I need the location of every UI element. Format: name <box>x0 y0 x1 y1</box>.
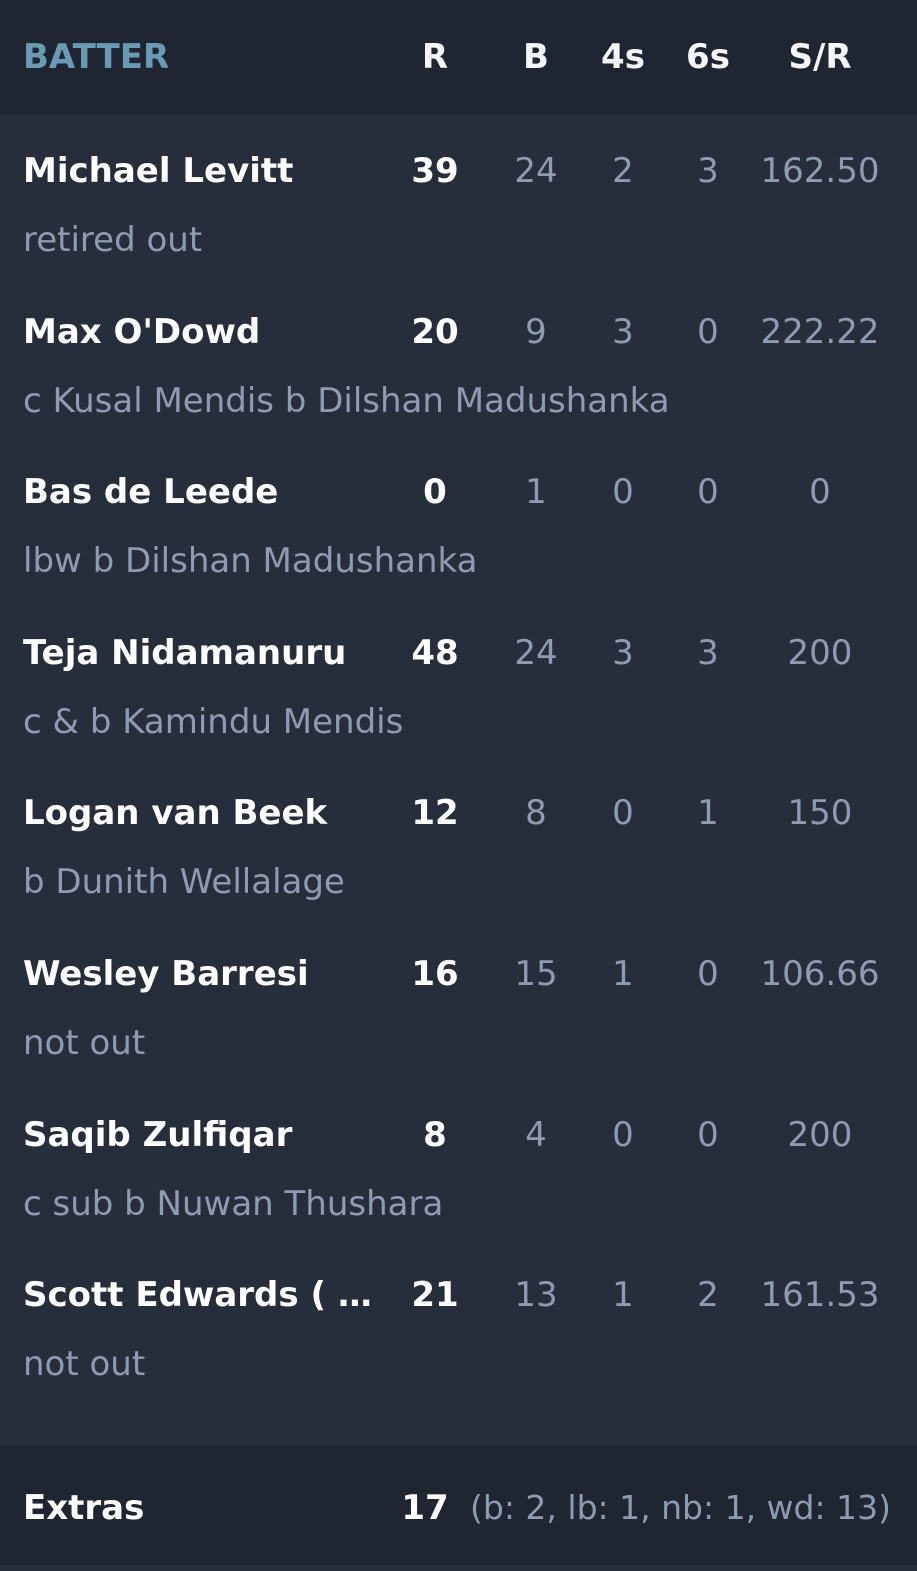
batter-name[interactable]: Max O'Dowd <box>23 310 375 354</box>
batter-name[interactable]: Bas de Leede <box>23 470 375 514</box>
balls-value: 4 <box>525 1114 547 1155</box>
batter-row[interactable]: Teja Nidamanuru c & b Kamindu Mendis 48 … <box>0 597 917 758</box>
batter-row[interactable]: Michael Levitt retired out 39 24 2 3 162… <box>0 115 917 276</box>
dismissal-text: c & b Kamindu Mendis <box>23 701 404 742</box>
strike-rate-column-header: S/R <box>788 37 852 77</box>
dismissal-text: c Kusal Mendis b Dilshan Madushanka <box>23 380 670 421</box>
batter-name[interactable]: Teja Nidamanuru <box>23 631 375 675</box>
fours-value: 0 <box>612 793 634 834</box>
fours-value: 3 <box>612 632 634 673</box>
batter-name[interactable]: Michael Levitt <box>23 149 375 193</box>
balls-value: 24 <box>514 151 558 191</box>
runs-value: 8 <box>423 1114 447 1155</box>
batter-name[interactable]: Scott Edwards ( c... <box>23 1273 375 1317</box>
runs-value: 20 <box>411 311 459 352</box>
sixes-value: 0 <box>697 311 719 352</box>
runs-value: 39 <box>411 151 459 191</box>
batter-row[interactable]: Logan van Beek b Dunith Wellalage 12 8 0… <box>0 757 917 918</box>
strike-rate-value: 200 <box>787 632 853 673</box>
balls-value: 9 <box>525 311 547 352</box>
batter-row[interactable]: Max O'Dowd c Kusal Mendis b Dilshan Madu… <box>0 276 917 437</box>
runs-column-header: R <box>421 37 449 77</box>
runs-value: 12 <box>411 793 459 834</box>
balls-column-header: B <box>523 37 549 77</box>
extras-row: Extras 17 (b: 2, lb: 1, nb: 1, wd: 13) <box>0 1445 917 1565</box>
sixes-column-header: 6s <box>686 37 730 77</box>
extras-breakdown: (b: 2, lb: 1, nb: 1, wd: 13) <box>470 1488 891 1527</box>
batter-row[interactable]: Saqib Zulfiqar c sub b Nuwan Thushara 8 … <box>0 1079 917 1240</box>
scorecard-header: BATTER R B 4s 6s S/R <box>0 0 917 115</box>
dismissal-text: c sub b Nuwan Thushara <box>23 1183 444 1224</box>
sixes-value: 0 <box>697 1114 719 1155</box>
extras-total: 17 <box>401 1488 449 1528</box>
dismissal-text: not out <box>23 1022 146 1063</box>
fours-value: 0 <box>612 472 634 513</box>
runs-value: 16 <box>411 953 459 994</box>
runs-value: 0 <box>423 472 447 513</box>
strike-rate-value: 161.53 <box>760 1275 880 1316</box>
balls-value: 13 <box>514 1275 558 1316</box>
strike-rate-value: 0 <box>809 472 831 513</box>
sixes-value: 0 <box>697 953 719 994</box>
sixes-value: 1 <box>697 793 719 834</box>
strike-rate-value: 150 <box>787 793 853 834</box>
fours-value: 3 <box>612 311 634 352</box>
batter-column-header: BATTER <box>23 37 170 77</box>
dismissal-text: retired out <box>23 220 203 260</box>
extras-label: Extras <box>23 1488 145 1528</box>
fours-value: 1 <box>612 953 634 994</box>
sixes-value: 0 <box>697 472 719 513</box>
batter-row[interactable]: Bas de Leede lbw b Dilshan Madushanka 0 … <box>0 436 917 597</box>
strike-rate-value: 222.22 <box>760 311 880 352</box>
fours-value: 2 <box>612 151 634 191</box>
runs-value: 21 <box>411 1275 459 1316</box>
fours-column-header: 4s <box>601 37 645 77</box>
batter-name[interactable]: Logan van Beek <box>23 791 375 835</box>
sixes-value: 3 <box>697 151 719 191</box>
dismissal-text: not out <box>23 1344 146 1385</box>
sixes-value: 2 <box>697 1275 719 1316</box>
batter-name[interactable]: Saqib Zulfiqar <box>23 1113 375 1157</box>
balls-value: 8 <box>525 793 547 834</box>
fours-value: 1 <box>612 1275 634 1316</box>
strike-rate-value: 200 <box>787 1114 853 1155</box>
batter-list: Michael Levitt retired out 39 24 2 3 162… <box>0 115 917 1400</box>
dismissal-text: lbw b Dilshan Madushanka <box>23 541 478 582</box>
balls-value: 24 <box>514 632 558 673</box>
runs-value: 48 <box>411 632 459 673</box>
fours-value: 0 <box>612 1114 634 1155</box>
batter-row[interactable]: Scott Edwards ( c... not out 21 13 1 2 1… <box>0 1239 917 1400</box>
strike-rate-value: 162.50 <box>760 151 880 191</box>
balls-value: 15 <box>514 953 558 994</box>
dismissal-text: b Dunith Wellalage <box>23 862 345 903</box>
batter-name[interactable]: Wesley Barresi <box>23 952 375 996</box>
sixes-value: 3 <box>697 632 719 673</box>
strike-rate-value: 106.66 <box>760 953 880 994</box>
batter-row[interactable]: Wesley Barresi not out 16 15 1 0 106.66 <box>0 918 917 1079</box>
balls-value: 1 <box>525 472 547 513</box>
